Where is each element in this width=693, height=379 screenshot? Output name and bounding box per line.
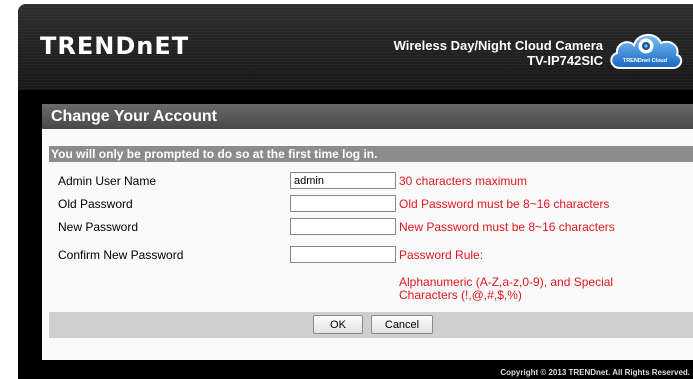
section-notice: You will only be prompted to do so at th… bbox=[49, 146, 693, 162]
old-password-input[interactable] bbox=[290, 195, 396, 212]
old-password-label: Old Password bbox=[58, 197, 133, 211]
old-password-row: Old Password Old Password must be 8~16 c… bbox=[42, 195, 693, 215]
trendnet-cloud-icon: TRENDnet Cloud bbox=[606, 28, 684, 74]
button-bar: OK Cancel bbox=[49, 312, 693, 338]
product-line: Wireless Day/Night Cloud Camera bbox=[393, 38, 603, 53]
admin-user-label: Admin User Name bbox=[58, 174, 157, 188]
trendnet-logo: TRENDnET bbox=[40, 32, 190, 60]
product-title: Wireless Day/Night Cloud Camera TV-IP742… bbox=[394, 38, 603, 68]
confirm-password-label: Confirm New Password bbox=[58, 248, 184, 262]
new-password-input[interactable] bbox=[290, 218, 396, 235]
change-account-panel: Change Your Account You will only be pro… bbox=[42, 104, 693, 360]
new-password-hint: New Password must be 8~16 characters bbox=[399, 220, 615, 234]
new-password-row: New Password New Password must be 8~16 c… bbox=[42, 218, 693, 238]
cloud-label: TRENDnet Cloud bbox=[623, 58, 667, 64]
model-number: TV-IP742SIC bbox=[527, 53, 603, 68]
password-rule-heading: Password Rule: bbox=[399, 248, 484, 262]
admin-user-input[interactable] bbox=[290, 172, 396, 189]
panel-title: Change Your Account bbox=[42, 104, 693, 129]
admin-user-hint: 30 characters maximum bbox=[399, 174, 528, 188]
old-password-hint: Old Password must be 8~16 characters bbox=[399, 197, 610, 211]
cancel-button[interactable]: Cancel bbox=[371, 315, 433, 334]
confirm-password-input[interactable] bbox=[290, 246, 396, 263]
confirm-password-row: Confirm New Password Password Rule: bbox=[42, 246, 693, 266]
password-rule-detail: Alphanumeric (A-Z,a-z,0-9), and Special … bbox=[399, 275, 614, 302]
ok-button[interactable]: OK bbox=[313, 315, 363, 334]
copyright-footer: Copyright © 2013 TRENDnet. All Rights Re… bbox=[500, 368, 690, 377]
admin-user-row: Admin User Name 30 characters maximum bbox=[42, 172, 693, 192]
new-password-label: New Password bbox=[58, 220, 139, 234]
